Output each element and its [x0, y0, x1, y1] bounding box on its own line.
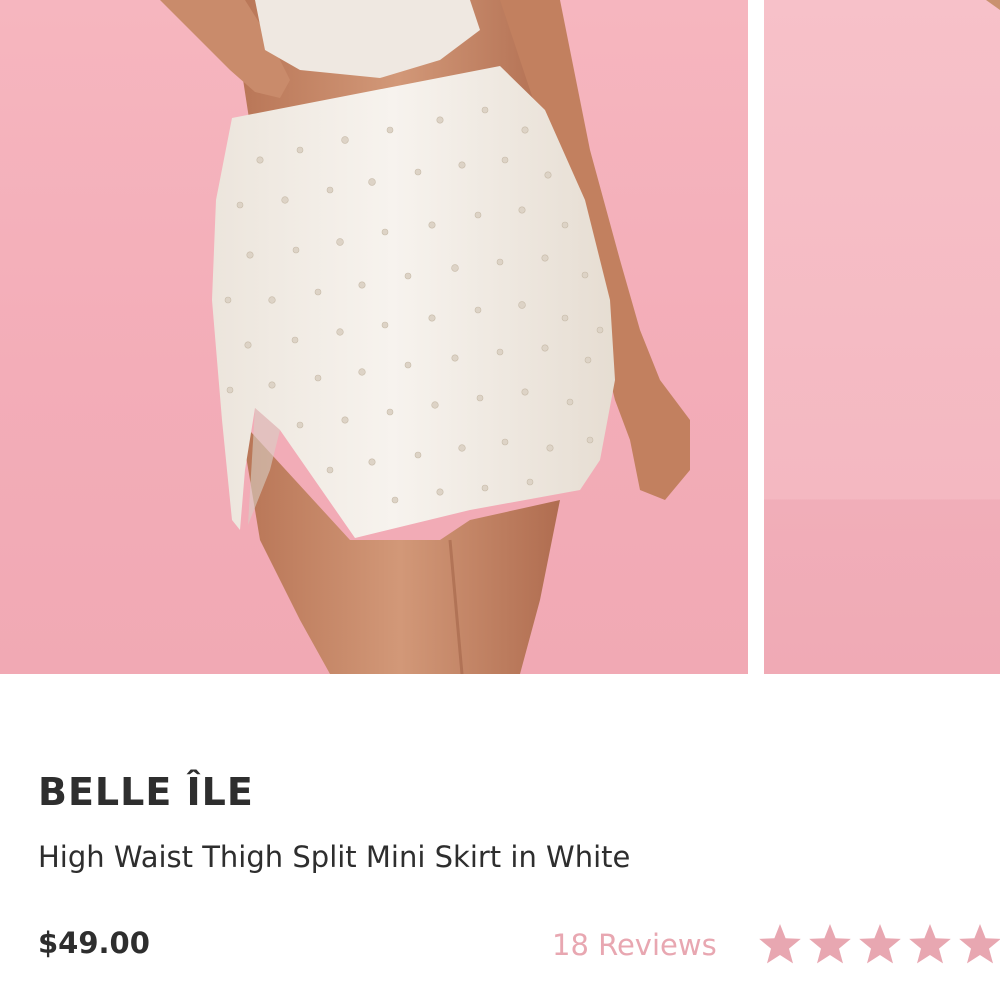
- next-photo-icon: [986, 0, 1000, 10]
- brand-name[interactable]: BELLE ÎLE: [38, 770, 254, 814]
- star-icon: [909, 924, 951, 964]
- product-image-main[interactable]: [0, 0, 748, 674]
- skirt-photo-icon: [160, 0, 690, 674]
- reviews-link[interactable]: 18 Reviews: [552, 928, 717, 962]
- star-icon: [959, 924, 1000, 964]
- star-rating[interactable]: [756, 920, 1000, 968]
- star-icon: [759, 924, 801, 964]
- star-icon: [859, 924, 901, 964]
- product-title: High Waist Thigh Split Mini Skirt in Whi…: [38, 840, 631, 874]
- star-icon: [809, 924, 851, 964]
- product-image-next[interactable]: [764, 0, 1000, 674]
- product-price: $49.00: [38, 926, 150, 960]
- product-image-carousel[interactable]: [0, 0, 1000, 674]
